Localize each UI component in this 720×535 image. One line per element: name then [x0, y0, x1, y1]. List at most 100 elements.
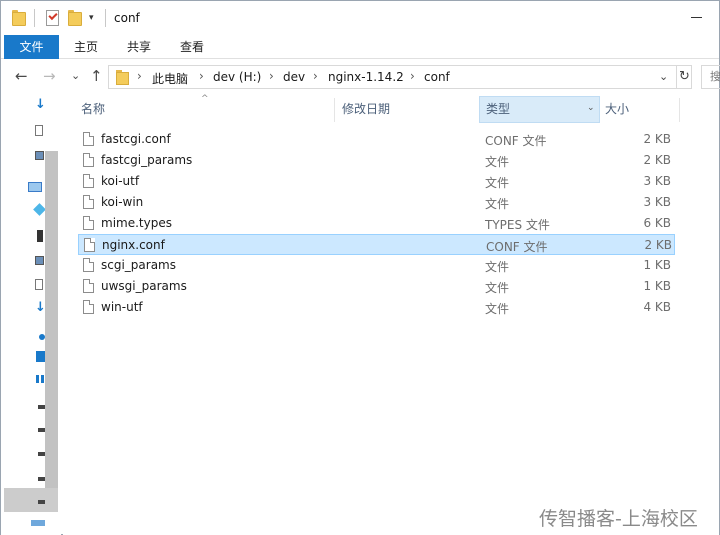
3d-objects-icon[interactable] [33, 203, 46, 216]
network-icon[interactable] [31, 520, 45, 526]
file-type: 文件 [485, 260, 510, 274]
video-icon[interactable] [37, 230, 43, 242]
windows-drive-icon[interactable] [36, 375, 44, 383]
drive-icon[interactable] [38, 428, 45, 432]
breadcrumb-this-pc[interactable]: 此电脑 [152, 70, 188, 87]
title-separator [105, 9, 106, 27]
minimize-icon[interactable] [691, 17, 702, 18]
column-header-size[interactable]: 大小 [605, 96, 629, 123]
column-divider[interactable] [679, 98, 680, 122]
file-name: scgi_params [101, 258, 176, 272]
column-divider[interactable] [334, 98, 335, 122]
recent-locations-icon[interactable]: ⌄ [71, 68, 80, 84]
drive-h-icon[interactable] [38, 500, 45, 504]
desktop-icon[interactable] [36, 351, 45, 362]
file-size: 1 KB [643, 258, 671, 272]
file-type: 文件 [485, 176, 510, 190]
file-type: TYPES 文件 [485, 218, 550, 232]
file-icon [83, 132, 94, 146]
file-row[interactable]: koi-win 文件 3 KB [78, 192, 675, 213]
navigation-bar: ← → ⌄ ↑ › 此电脑 › dev (H:) › dev › nginx-1… [1, 61, 720, 93]
folder-icon[interactable] [12, 10, 26, 26]
file-row[interactable]: fastcgi.conf CONF 文件 2 KB [78, 129, 675, 150]
nav-pane-scrollbar[interactable] [45, 151, 58, 496]
up-arrow-icon[interactable]: ↑ [90, 68, 103, 84]
address-dropdown-icon[interactable]: ⌄ [659, 70, 668, 83]
file-name: fastcgi.conf [101, 132, 171, 146]
tab-view[interactable]: 查看 [180, 35, 204, 59]
downloads-icon[interactable]: ↓ [35, 301, 46, 314]
file-size: 1 KB [643, 279, 671, 293]
ribbon-tabs: 文件 主页 共享 查看 [1, 35, 719, 59]
explorer-window: ▾ conf 文件 主页 共享 查看 ← → ⌄ ↑ › 此电脑 › dev (… [0, 0, 720, 535]
file-type: CONF 文件 [485, 134, 547, 148]
column-header-name[interactable]: 名称 [81, 96, 105, 123]
breadcrumb-separator[interactable]: › [410, 69, 415, 83]
address-folder-icon [116, 70, 129, 85]
file-size: 4 KB [643, 300, 671, 314]
file-row[interactable]: scgi_params 文件 1 KB [78, 255, 675, 276]
file-type: 文件 [485, 281, 510, 295]
file-size: 2 KB [643, 132, 671, 146]
breadcrumb-separator[interactable]: › [313, 69, 318, 83]
file-size: 3 KB [643, 174, 671, 188]
file-name: koi-win [101, 195, 144, 209]
file-icon [84, 238, 95, 252]
toolbar-separator [34, 9, 35, 27]
refresh-icon[interactable]: ↻ [676, 66, 692, 88]
file-type: 文件 [485, 302, 510, 316]
breadcrumb-drive-h[interactable]: dev (H:) [213, 70, 261, 84]
breadcrumb-nginx[interactable]: nginx-1.14.2 [328, 70, 404, 84]
document-icon[interactable] [35, 125, 43, 136]
pictures-icon[interactable] [35, 256, 44, 265]
file-name: koi-utf [101, 174, 140, 188]
file-icon [83, 258, 94, 272]
file-name: nginx.conf [102, 238, 165, 252]
watermark-text: 传智播客-上海校区 [539, 508, 698, 530]
forward-arrow-icon[interactable]: → [43, 68, 56, 84]
pin-icon[interactable]: ↓ [35, 98, 46, 111]
back-arrow-icon[interactable]: ← [15, 68, 28, 84]
file-row[interactable]: mime.types TYPES 文件 6 KB [78, 213, 675, 234]
tab-home[interactable]: 主页 [74, 35, 98, 59]
breadcrumb-separator[interactable]: › [199, 69, 204, 83]
breadcrumb-separator[interactable]: › [269, 69, 274, 83]
breadcrumb-conf[interactable]: conf [424, 70, 450, 84]
breadcrumb-dev[interactable]: dev [283, 70, 305, 84]
new-folder-icon[interactable] [68, 10, 82, 26]
column-header-type[interactable]: 类型 [486, 96, 510, 123]
column-filter-dropdown-icon[interactable]: ⌄ [587, 103, 595, 113]
file-size: 2 KB [643, 153, 671, 167]
file-type: 文件 [485, 197, 510, 211]
file-size: 6 KB [643, 216, 671, 230]
drive-icon[interactable] [38, 405, 45, 409]
file-size: 3 KB [643, 195, 671, 209]
tab-file[interactable]: 文件 [4, 35, 59, 59]
file-name: fastcgi_params [101, 153, 193, 167]
tab-share[interactable]: 共享 [127, 35, 151, 59]
picture-icon[interactable] [35, 151, 44, 160]
drive-icon[interactable] [38, 452, 45, 456]
file-row[interactable]: koi-utf 文件 3 KB [78, 171, 675, 192]
file-name: mime.types [101, 216, 172, 230]
file-row[interactable]: win-utf 文件 4 KB [78, 297, 675, 318]
file-size: 2 KB [644, 238, 672, 252]
file-icon [83, 216, 94, 230]
this-pc-icon[interactable] [28, 182, 42, 192]
breadcrumb-separator[interactable]: › [137, 69, 142, 83]
file-type: 文件 [485, 155, 510, 169]
file-row[interactable]: uwsgi_params 文件 1 KB [78, 276, 675, 297]
search-input[interactable]: 搜 [701, 65, 720, 89]
file-row[interactable]: nginx.conf CONF 文件 2 KB [78, 234, 675, 255]
file-name: uwsgi_params [101, 279, 187, 293]
properties-icon[interactable] [46, 10, 59, 26]
documents-icon[interactable] [35, 279, 43, 290]
file-row[interactable]: fastcgi_params 文件 2 KB [78, 150, 675, 171]
nav-item-selected[interactable] [4, 488, 58, 512]
customize-quick-access-icon[interactable]: ▾ [89, 13, 94, 23]
address-bar[interactable]: › 此电脑 › dev (H:) › dev › nginx-1.14.2 › … [108, 65, 692, 89]
sort-ascending-icon: ^ [201, 94, 209, 104]
file-icon [83, 279, 94, 293]
column-header-modified[interactable]: 修改日期 [342, 96, 390, 123]
drive-icon[interactable] [38, 477, 45, 481]
